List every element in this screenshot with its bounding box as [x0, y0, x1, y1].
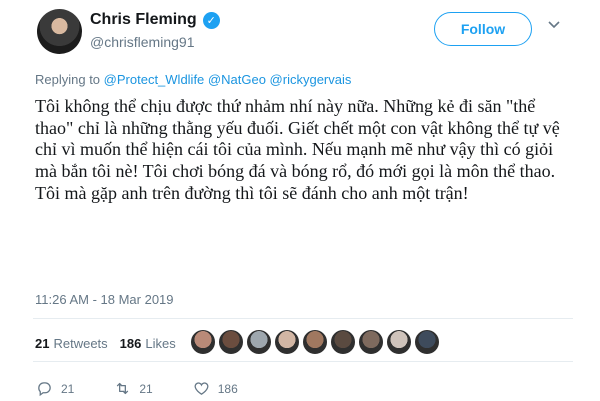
divider [33, 318, 573, 319]
chevron-down-icon[interactable] [548, 18, 560, 29]
author-avatar[interactable] [37, 9, 82, 54]
mention-link[interactable]: @Protect_Wldlife [104, 72, 205, 87]
likes-count: 186 [119, 336, 142, 351]
reply-icon [38, 382, 51, 397]
liker-avatar[interactable] [386, 329, 412, 355]
retweets-count: 21 [35, 336, 50, 351]
like-count: 186 [217, 381, 238, 396]
liker-avatar[interactable] [218, 329, 244, 355]
liker-avatar[interactable] [274, 329, 300, 355]
likes-stat[interactable]: 186 Likes [120, 336, 176, 351]
liker-avatar[interactable] [330, 329, 356, 355]
tweet-text: Tôi không thể chịu được thứ nhảm nhí này… [35, 96, 560, 203]
liker-avatar[interactable] [246, 329, 272, 355]
retweets-label: Retweets [53, 336, 108, 351]
reply-count: 21 [61, 381, 75, 396]
tweet-timestamp[interactable]: 11:26 AM - 18 Mar 2019 [35, 292, 174, 307]
mention-link[interactable]: @NatGeo [208, 72, 266, 87]
replying-to-line: Replying to @Protect_Wldlife @NatGeo @ri… [35, 72, 351, 87]
divider [33, 361, 573, 362]
like-action[interactable]: 186 [193, 380, 238, 397]
follow-button[interactable]: Follow [434, 12, 532, 46]
replying-to-label: Replying to [35, 72, 101, 87]
engagement-stats: 21 Retweets 186 Likes [35, 336, 176, 351]
heart-icon [194, 382, 209, 395]
liker-avatar[interactable] [302, 329, 328, 355]
author-name-row[interactable]: Chris Fleming ✓ [90, 11, 220, 29]
author-name[interactable]: Chris Fleming [90, 11, 197, 29]
likers-avatar-list [190, 329, 440, 355]
mention-link[interactable]: @rickygervais [270, 72, 352, 87]
liker-avatar[interactable] [414, 329, 440, 355]
author-handle[interactable]: @chrisfleming91 [90, 34, 194, 50]
verified-badge-icon: ✓ [202, 11, 220, 29]
retweet-icon [117, 382, 129, 395]
liker-avatar[interactable] [190, 329, 216, 355]
liker-avatar[interactable] [358, 329, 384, 355]
retweet-action[interactable]: 21 [114, 380, 153, 397]
reply-action[interactable]: 21 [36, 380, 74, 397]
retweet-count: 21 [139, 381, 153, 396]
likes-label: Likes [145, 336, 176, 351]
tweet-actions: 21 21 186 [36, 380, 278, 397]
retweets-stat[interactable]: 21 Retweets [35, 336, 108, 351]
